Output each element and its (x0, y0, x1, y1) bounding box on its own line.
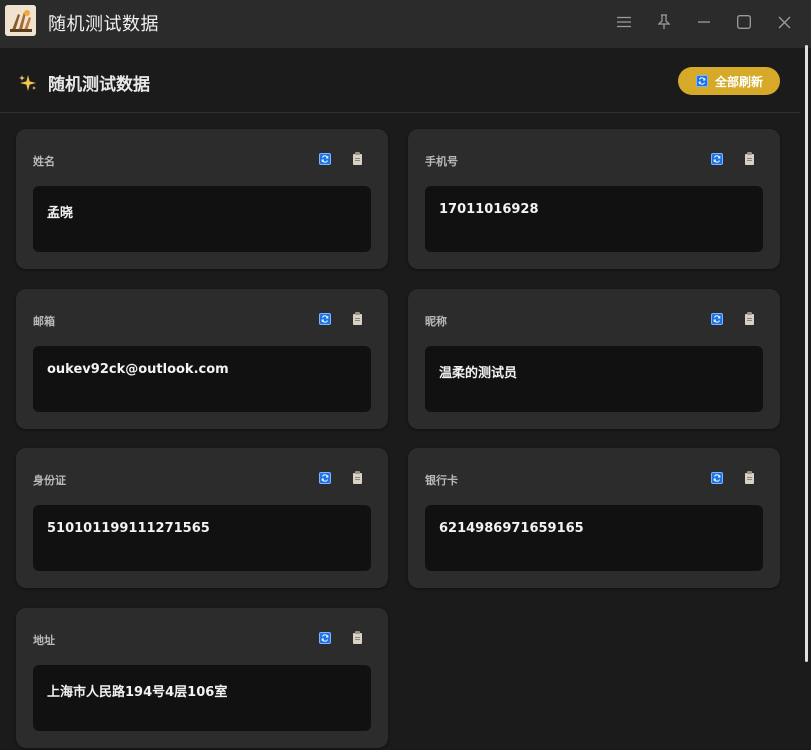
value-field[interactable]: 510101199111271565 (33, 505, 371, 571)
card-label: 邮箱 (33, 315, 55, 328)
page-title: 随机测试数据 (48, 75, 150, 95)
value-field[interactable]: 孟晓 (33, 186, 371, 252)
scrollbar[interactable] (805, 45, 808, 662)
card-name: 姓名 孟晓 (16, 129, 388, 269)
refresh-icon (319, 632, 331, 644)
copy-button[interactable] (742, 470, 756, 485)
app-logo (5, 5, 36, 36)
clipboard-icon (352, 470, 362, 484)
clipboard-icon (744, 151, 754, 165)
refresh-icon (319, 153, 331, 165)
copy-button[interactable] (350, 470, 364, 485)
card-address: 地址 上海市人民路194号4层106室 (16, 608, 388, 748)
page-header: 随机测试数据 全部刷新 (0, 48, 800, 113)
refresh-icon (711, 313, 723, 325)
clipboard-icon (744, 311, 754, 325)
sparkles-icon (18, 73, 38, 93)
refresh-field-button[interactable] (318, 631, 332, 645)
copy-button[interactable] (742, 151, 756, 166)
refresh-field-button[interactable] (710, 152, 724, 166)
value-field[interactable]: 温柔的测试员 (425, 346, 763, 412)
minimize-icon[interactable] (689, 8, 719, 36)
card-email: 邮箱 oukev92ck@outlook.com (16, 289, 388, 429)
copy-button[interactable] (350, 630, 364, 645)
copy-button[interactable] (350, 151, 364, 166)
card-nickname: 昵称 温柔的测试员 (408, 289, 780, 429)
clipboard-icon (352, 630, 362, 644)
pin-icon[interactable] (649, 8, 679, 36)
card-label: 手机号 (425, 155, 458, 168)
card-label: 姓名 (33, 155, 55, 168)
clipboard-icon (352, 311, 362, 325)
copy-button[interactable] (350, 311, 364, 326)
refresh-icon (319, 313, 331, 325)
clipboard-icon (352, 151, 362, 165)
refresh-field-button[interactable] (710, 471, 724, 485)
refresh-icon (319, 472, 331, 484)
window-title: 随机测试数据 (48, 14, 159, 35)
refresh-icon (696, 75, 708, 87)
value-field[interactable]: 6214986971659165 (425, 505, 763, 571)
refresh-field-button[interactable] (318, 312, 332, 326)
refresh-field-button[interactable] (318, 152, 332, 166)
card-bank-card: 银行卡 6214986971659165 (408, 448, 780, 588)
main-content: 随机测试数据 全部刷新 姓名 孟晓 手机号 17011016928 邮箱 ouk… (0, 48, 811, 750)
refresh-field-button[interactable] (318, 471, 332, 485)
refresh-all-button[interactable]: 全部刷新 (678, 67, 780, 95)
card-label: 银行卡 (425, 474, 458, 487)
value-field[interactable]: 上海市人民路194号4层106室 (33, 665, 371, 731)
card-label: 身份证 (33, 474, 66, 487)
menu-icon[interactable] (609, 8, 639, 36)
copy-button[interactable] (742, 311, 756, 326)
refresh-field-button[interactable] (710, 312, 724, 326)
refresh-icon (711, 472, 723, 484)
maximize-icon[interactable] (729, 8, 759, 36)
card-label: 地址 (33, 634, 55, 647)
value-field[interactable]: oukev92ck@outlook.com (33, 346, 371, 412)
refresh-all-label: 全部刷新 (715, 74, 764, 89)
refresh-icon (711, 153, 723, 165)
clipboard-icon (744, 470, 754, 484)
card-label: 昵称 (425, 315, 447, 328)
close-icon[interactable] (769, 8, 799, 36)
title-bar: 随机测试数据 (0, 0, 811, 48)
card-phone: 手机号 17011016928 (408, 129, 780, 269)
card-id-number: 身份证 510101199111271565 (16, 448, 388, 588)
value-field[interactable]: 17011016928 (425, 186, 763, 252)
